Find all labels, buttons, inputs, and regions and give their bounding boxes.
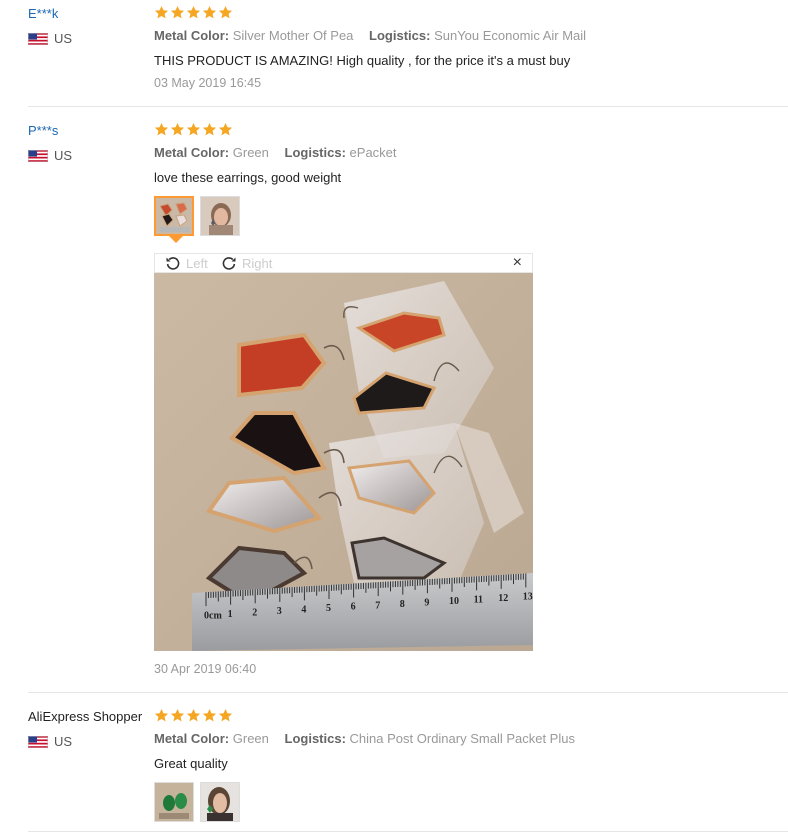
logistics-label: Logistics: [284, 731, 346, 746]
ruler-number: 0cm [204, 610, 222, 621]
review-date: 30 Apr 2019 06:40 [154, 662, 257, 676]
star-icon [154, 122, 169, 137]
star-icon [170, 5, 185, 20]
star-icon [202, 708, 217, 723]
us-flag-icon [28, 736, 48, 748]
close-icon[interactable]: × [513, 255, 522, 271]
rotate-right-icon [222, 257, 236, 270]
reviewer-country: US [28, 31, 72, 46]
photo-viewer-toolbar: Left Right × [154, 253, 533, 273]
ruler-number: 2 [252, 607, 257, 618]
star-icon [154, 708, 169, 723]
reviewer-country: US [28, 734, 72, 749]
ruler-number: 5 [326, 603, 331, 614]
ruler-number: 8 [400, 599, 405, 610]
star-icon [154, 5, 169, 20]
star-icon [186, 122, 201, 137]
star-icon [202, 122, 217, 137]
review-photo-thumbnail[interactable] [200, 196, 240, 236]
review-photo-large: 0cm 1 2 3 4 5 6 7 8 9 10 11 12 13 [154, 273, 533, 651]
reviewer-name: AliExpress Shopper [28, 709, 143, 724]
order-attributes: Metal Color: Green Logistics: China Post… [154, 731, 575, 746]
active-thumbnail-caret [169, 236, 183, 243]
person-earring-thumbnail-image [201, 783, 239, 821]
star-icon [202, 5, 217, 20]
ruler-number: 4 [301, 605, 306, 616]
rotate-right-label: Right [242, 255, 273, 271]
ruler-number: 11 [474, 594, 483, 605]
ruler-number: 3 [277, 606, 282, 617]
us-flag-icon [28, 33, 48, 45]
divider [28, 831, 788, 832]
country-code: US [54, 31, 73, 46]
person-thumbnail-image [201, 197, 239, 235]
metal-color-label: Metal Color: [154, 731, 230, 746]
star-icon [186, 5, 201, 20]
divider [28, 692, 788, 693]
review-text: Great quality [154, 756, 228, 771]
order-attributes: Metal Color: Green Logistics: ePacket [154, 145, 397, 160]
review-photo-thumbnail[interactable] [154, 782, 194, 822]
ruler-number: 13 [523, 592, 533, 603]
rotate-left-label: Left [186, 255, 208, 271]
review-photo-thumbnail[interactable] [200, 782, 240, 822]
metal-color-label: Metal Color: [154, 28, 230, 43]
logistics-label: Logistics: [284, 145, 346, 160]
rotate-left-icon [166, 257, 180, 270]
logistics-label: Logistics: [369, 28, 431, 43]
logistics-value: SunYou Economic Air Mail [434, 28, 587, 43]
star-rating [154, 122, 233, 137]
review-date: 03 May 2019 16:45 [154, 76, 262, 90]
rotate-left-button[interactable]: Left [165, 255, 208, 271]
photo-viewer: Left Right × 0cm 1 2 3 4 5 6 7 8 9 10 11… [154, 253, 533, 651]
metal-color-value: Silver Mother Of Pea [232, 28, 354, 43]
ruler-number: 1 [228, 609, 233, 620]
reviewer-name[interactable]: P***s [28, 123, 58, 138]
order-attributes: Metal Color: Silver Mother Of Pea Logist… [154, 28, 586, 43]
ruler-number: 6 [351, 602, 356, 613]
review-photo-thumbnail[interactable] [154, 196, 194, 236]
earrings-thumbnail-image [156, 198, 192, 234]
logistics-value: China Post Ordinary Small Packet Plus [349, 731, 575, 746]
country-code: US [54, 734, 73, 749]
photo-thumbnails [154, 196, 240, 236]
rotate-right-button[interactable]: Right [221, 255, 272, 271]
divider [28, 106, 788, 107]
metal-color-value: Green [232, 731, 269, 746]
star-icon [170, 708, 185, 723]
star-icon [218, 122, 233, 137]
metal-color-label: Metal Color: [154, 145, 230, 160]
star-rating [154, 708, 233, 723]
photo-thumbnails [154, 782, 240, 822]
star-icon [218, 5, 233, 20]
ruler-number: 10 [449, 596, 459, 607]
ruler-number: 7 [375, 600, 380, 611]
star-rating [154, 5, 233, 20]
green-earring-thumbnail-image [155, 783, 193, 821]
star-icon [218, 708, 233, 723]
country-code: US [54, 148, 73, 163]
ruler-number: 9 [424, 597, 429, 608]
reviewer-country: US [28, 148, 72, 163]
star-icon [186, 708, 201, 723]
metal-color-value: Green [232, 145, 269, 160]
review-text: THIS PRODUCT IS AMAZING! High quality , … [154, 53, 571, 68]
review-text: love these earrings, good weight [154, 170, 342, 185]
reviewer-name[interactable]: E***k [28, 6, 58, 21]
ruler-number: 12 [498, 593, 508, 604]
logistics-value: ePacket [349, 145, 397, 160]
us-flag-icon [28, 150, 48, 162]
star-icon [170, 122, 185, 137]
